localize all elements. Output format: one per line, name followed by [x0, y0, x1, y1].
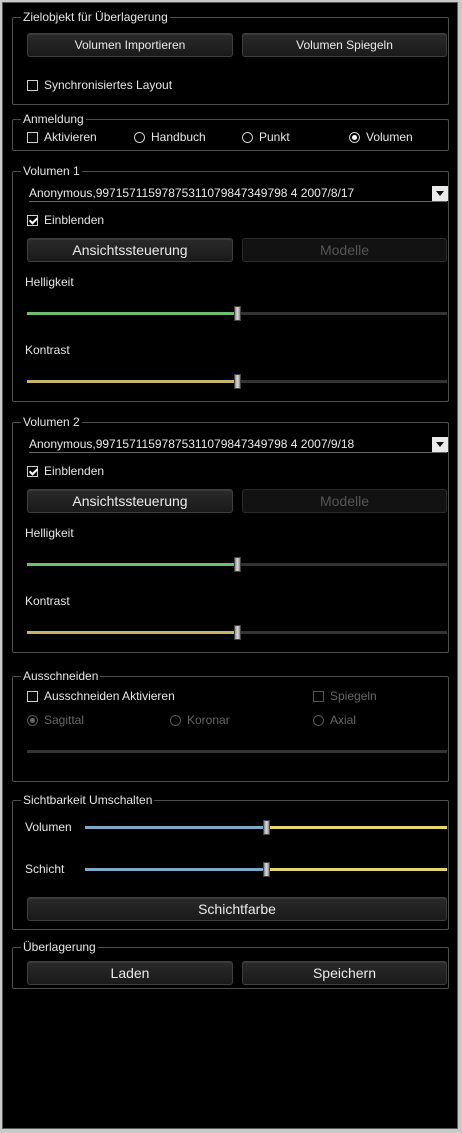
radio-icon [313, 715, 324, 726]
sync-layout-checkbox[interactable]: Synchronisiertes Layout [27, 77, 172, 93]
cutout-group-title: Ausschneiden [21, 669, 101, 683]
import-volume-button[interactable]: Volumen Importieren [27, 33, 233, 57]
registration-option-label: Handbuch [151, 130, 206, 144]
checkbox-icon [27, 466, 38, 477]
slider-track [237, 563, 447, 566]
checkbox-icon [27, 132, 38, 143]
target-group: Zielobjekt für Überlagerung Volumen Impo… [12, 10, 449, 105]
volume1-group-title: Volumen 1 [21, 164, 82, 178]
volume1-view-control-button[interactable]: Ansichtssteuerung [27, 238, 233, 262]
cutout-mirror-checkbox: Spiegeln [313, 688, 377, 704]
slider-handle[interactable] [263, 862, 270, 877]
visibility-volume-slider[interactable] [85, 820, 447, 835]
overlay-group-title: Überlagerung [21, 940, 98, 954]
slider-track [237, 380, 447, 383]
volume1-show-checkbox[interactable]: Einblenden [27, 212, 104, 228]
visibility-group-title: Sichtbarkeit Umschalten [21, 793, 155, 807]
registration-group: Anmeldung Aktivieren Handbuch Punkt Volu… [12, 112, 449, 151]
cutout-plane-sagittal: Sagittal [27, 712, 84, 728]
sync-layout-label: Synchronisiertes Layout [44, 78, 173, 92]
volume1-show-label: Einblenden [44, 213, 105, 227]
slice-color-button[interactable]: Schichtfarbe [27, 897, 447, 921]
cutout-plane-label: Sagittal [44, 713, 85, 727]
volume1-contrast-label: Kontrast [25, 343, 70, 357]
volume2-contrast-label: Kontrast [25, 594, 70, 608]
cutout-plane-axial: Axial [313, 712, 356, 728]
registration-option-point[interactable]: Punkt [242, 129, 290, 145]
target-group-title: Zielobjekt für Überlagerung [21, 10, 170, 24]
slider-fill [27, 380, 237, 383]
cutout-slider-track [27, 750, 447, 753]
checkbox-icon [27, 215, 38, 226]
cutout-plane-label: Koronar [187, 713, 230, 727]
checkbox-icon [27, 80, 38, 91]
overlay-group: Überlagerung Laden Speichern [12, 940, 449, 989]
volume2-select[interactable]: Anonymous,99715711597875311079847349798 … [29, 437, 448, 453]
volume1-select[interactable]: Anonymous,99715711597875311079847349798 … [29, 186, 448, 202]
volume1-models-button: Modelle [242, 238, 447, 262]
volume2-selected-value: Anonymous,99715711597875311079847349798 … [29, 437, 355, 451]
slider-fill [85, 868, 266, 871]
volume2-models-button: Modelle [242, 489, 447, 513]
checkbox-icon [313, 691, 324, 702]
cutout-activate-checkbox[interactable]: Ausschneiden Aktivieren [27, 688, 175, 704]
slider-track [266, 868, 447, 871]
volume1-selected-value: Anonymous,99715711597875311079847349798 … [29, 186, 355, 200]
slider-fill [27, 312, 237, 315]
slider-fill [27, 631, 237, 634]
volume2-show-label: Einblenden [44, 464, 105, 478]
slider-track [237, 631, 447, 634]
visibility-slice-label: Schicht [25, 862, 65, 876]
volume2-brightness-slider[interactable] [27, 557, 447, 572]
slider-fill [27, 563, 237, 566]
slider-track [237, 312, 447, 315]
slider-fill [85, 826, 266, 829]
registration-option-label: Punkt [259, 130, 290, 144]
cutout-activate-label: Ausschneiden Aktivieren [44, 689, 175, 703]
cutout-group: Ausschneiden Ausschneiden Aktivieren Spi… [12, 669, 449, 782]
save-overlay-button[interactable]: Speichern [242, 961, 447, 985]
radio-icon [170, 715, 181, 726]
overlay-settings-panel: Zielobjekt für Überlagerung Volumen Impo… [2, 2, 458, 1129]
volume2-show-checkbox[interactable]: Einblenden [27, 463, 104, 479]
radio-icon [242, 132, 253, 143]
volume1-group: Volumen 1 Anonymous,99715711597875311079… [12, 164, 449, 402]
registration-option-label: Volumen [366, 130, 413, 144]
volume1-contrast-slider[interactable] [27, 374, 447, 389]
visibility-slice-slider[interactable] [85, 862, 447, 877]
checkbox-icon [27, 691, 38, 702]
slider-handle[interactable] [234, 625, 241, 640]
visibility-group: Sichtbarkeit Umschalten Volumen Schicht … [12, 793, 449, 930]
slider-handle[interactable] [234, 374, 241, 389]
volume2-group: Volumen 2 Anonymous,99715711597875311079… [12, 415, 449, 653]
slider-handle[interactable] [263, 820, 270, 835]
slider-track [266, 826, 447, 829]
cutout-plane-coronal: Koronar [170, 712, 230, 728]
chevron-down-icon[interactable] [432, 186, 448, 201]
cutout-mirror-label: Spiegeln [330, 689, 377, 703]
mirror-volume-button[interactable]: Volumen Spiegeln [242, 33, 447, 57]
radio-icon [134, 132, 145, 143]
slider-handle[interactable] [234, 306, 241, 321]
cutout-plane-label: Axial [330, 713, 357, 727]
volume1-brightness-label: Helligkeit [25, 275, 74, 289]
chevron-down-icon[interactable] [432, 437, 448, 452]
registration-option-volume[interactable]: Volumen [349, 129, 413, 145]
volume2-contrast-slider[interactable] [27, 625, 447, 640]
volume2-group-title: Volumen 2 [21, 415, 82, 429]
registration-group-title: Anmeldung [21, 112, 86, 126]
volume2-view-control-button[interactable]: Ansichtssteuerung [27, 489, 233, 513]
radio-icon [349, 132, 360, 143]
load-overlay-button[interactable]: Laden [27, 961, 233, 985]
registration-activate-checkbox[interactable]: Aktivieren [27, 129, 97, 145]
registration-activate-label: Aktivieren [44, 130, 97, 144]
registration-option-manual[interactable]: Handbuch [134, 129, 206, 145]
volume1-brightness-slider[interactable] [27, 306, 447, 321]
volume2-brightness-label: Helligkeit [25, 526, 74, 540]
radio-icon [27, 715, 38, 726]
slider-handle[interactable] [234, 557, 241, 572]
visibility-volume-label: Volumen [25, 820, 72, 834]
